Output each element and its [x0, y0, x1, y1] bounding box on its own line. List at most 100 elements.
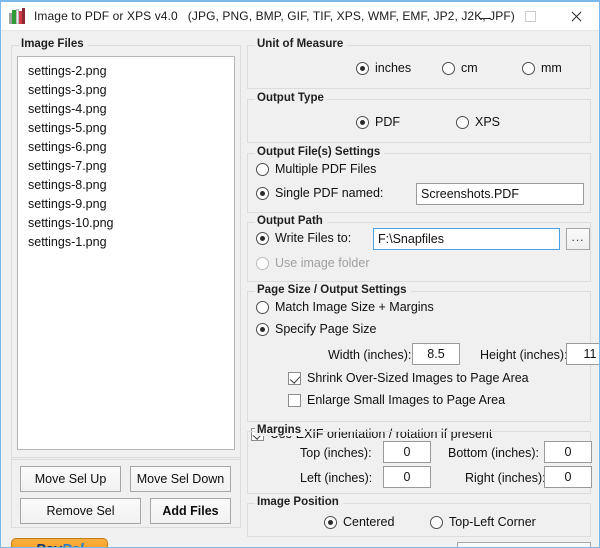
margin-right-label: Right (inches):	[465, 471, 546, 485]
margins-group: Margins Top (inches): 0 Bottom (inches):…	[247, 424, 592, 494]
radio-match-image-size-label: Match Image Size + Margins	[275, 300, 434, 314]
radio-icon	[356, 115, 369, 129]
output-files-legend: Output File(s) Settings	[255, 146, 385, 158]
margin-right-input[interactable]: 0	[544, 466, 592, 488]
list-item[interactable]: settings-5.png	[18, 118, 234, 137]
image-files-list[interactable]: settings-2.png settings-3.png settings-4.p…	[17, 56, 235, 450]
checkbox-enlarge-small-label: Enlarge Small Images to Page Area	[307, 393, 506, 407]
margin-bottom-label: Bottom (inches):	[448, 446, 540, 460]
radio-icon	[256, 186, 269, 200]
radio-use-image-folder-label: Use image folder	[275, 256, 370, 270]
unit-of-measure-group: Unit of Measure inches cm mm	[247, 38, 591, 89]
move-sel-up-button[interactable]: Move Sel Up	[20, 466, 121, 492]
margin-left-label: Left (inches):	[300, 471, 373, 485]
image-position-group: Image Position Centered Top-Left Corner	[247, 496, 591, 537]
list-item[interactable]: settings-2.png	[18, 61, 234, 80]
radio-unit-inches[interactable]: inches	[356, 61, 411, 75]
window-body: Image Files settings-2.png settings-3.png…	[1, 31, 599, 548]
output-type-group: Output Type PDF XPS	[247, 92, 591, 143]
list-item[interactable]: settings-3.png	[18, 80, 234, 99]
radio-specify-page-size-label: Specify Page Size	[275, 322, 377, 336]
radio-icon	[356, 61, 369, 75]
radio-multiple-pdf-label: Multiple PDF Files	[275, 162, 377, 176]
radio-unit-mm-label: mm	[541, 61, 562, 75]
margin-top-input[interactable]: 0	[383, 441, 431, 463]
checkbox-shrink-oversized-label: Shrink Over-Sized Images to Page Area	[307, 371, 529, 385]
close-button[interactable]	[553, 2, 599, 31]
paypal-logo: PayPal	[35, 542, 83, 548]
page-width-input[interactable]: 8.5	[412, 343, 460, 365]
checkbox-icon	[288, 393, 301, 407]
title-bar: Image to PDF or XPS v4.0 (JPG, PNG, BMP,…	[1, 2, 599, 31]
image-files-group: Image Files settings-2.png settings-3.png…	[11, 38, 241, 460]
radio-icon	[522, 61, 535, 75]
radio-match-image-size[interactable]: Match Image Size + Margins	[256, 300, 434, 314]
radio-output-pdf-label: PDF	[375, 115, 400, 129]
margin-left-input[interactable]: 0	[383, 466, 431, 488]
radio-use-image-folder[interactable]: Use image folder	[256, 256, 370, 270]
radio-unit-inches-label: inches	[375, 61, 412, 75]
page-width-label: Width (inches):	[328, 348, 412, 362]
radio-icon	[256, 162, 269, 176]
output-files-group: Output File(s) Settings Multiple PDF Fil…	[247, 146, 591, 213]
page-size-group: Page Size / Output Settings Match Image …	[247, 284, 599, 422]
output-filename-input[interactable]: Screenshots.PDF	[416, 183, 584, 205]
image-files-legend: Image Files	[19, 38, 88, 50]
list-item[interactable]: settings-6.png	[18, 137, 234, 156]
radio-position-centered[interactable]: Centered	[324, 515, 394, 529]
radio-multiple-pdf[interactable]: Multiple PDF Files	[256, 162, 376, 176]
radio-single-pdf[interactable]: Single PDF named:	[256, 186, 383, 200]
paypal-brand-b: Pal	[62, 541, 84, 548]
paypal-brand-a: Pay	[35, 541, 61, 548]
checkbox-enlarge-small[interactable]: Enlarge Small Images to Page Area	[288, 393, 505, 407]
radio-write-files-to-label: Write Files to:	[275, 231, 352, 245]
app-icon	[8, 7, 26, 25]
radio-unit-cm-label: cm	[461, 61, 478, 75]
list-item[interactable]: settings-1.png	[18, 232, 234, 251]
unit-of-measure-legend: Unit of Measure	[255, 38, 348, 50]
list-item[interactable]: settings-7.png	[18, 156, 234, 175]
browse-folder-button[interactable]: ...	[566, 228, 590, 250]
list-item[interactable]: settings-10.png	[18, 213, 234, 232]
list-item[interactable]: settings-4.png	[18, 99, 234, 118]
maximize-button[interactable]	[507, 2, 553, 31]
margin-top-label: Top (inches):	[300, 446, 372, 460]
output-path-input[interactable]: F:\Snapfiles	[373, 228, 560, 250]
radio-position-top-left-label: Top-Left Corner	[449, 515, 536, 529]
radio-icon	[324, 515, 337, 529]
list-item[interactable]: settings-9.png	[18, 194, 234, 213]
radio-position-centered-label: Centered	[343, 515, 395, 529]
radio-specify-page-size[interactable]: Specify Page Size	[256, 322, 376, 336]
radio-unit-cm[interactable]: cm	[442, 61, 478, 75]
radio-icon	[430, 515, 443, 529]
checkbox-shrink-oversized[interactable]: Shrink Over-Sized Images to Page Area	[288, 371, 529, 385]
save-output-button[interactable]: Save Output	[457, 542, 591, 547]
app-window: Image to PDF or XPS v4.0 (JPG, PNG, BMP,…	[0, 0, 600, 548]
radio-position-top-left[interactable]: Top-Left Corner	[430, 515, 536, 529]
window-title: Image to PDF or XPS v4.0	[34, 9, 178, 23]
output-path-group: Output Path Write Files to: F:\Snapfiles…	[247, 215, 591, 282]
radio-unit-mm[interactable]: mm	[522, 61, 562, 75]
radio-icon	[256, 256, 269, 270]
output-type-legend: Output Type	[255, 92, 328, 104]
image-position-legend: Image Position	[255, 496, 343, 508]
close-icon	[570, 11, 582, 23]
page-height-input[interactable]: 11	[566, 343, 599, 365]
add-files-button[interactable]: Add Files	[150, 498, 231, 524]
radio-output-xps[interactable]: XPS	[456, 115, 500, 129]
page-height-label: Height (inches):	[480, 348, 568, 362]
radio-output-pdf[interactable]: PDF	[356, 115, 400, 129]
radio-write-files-to[interactable]: Write Files to:	[256, 231, 351, 245]
paypal-donate-button[interactable]: PayPal Donate	[11, 538, 108, 548]
minimize-button[interactable]	[461, 2, 507, 31]
minimize-icon	[478, 18, 490, 19]
margins-legend: Margins	[255, 424, 306, 436]
radio-output-xps-label: XPS	[475, 115, 501, 129]
list-item[interactable]: settings-8.png	[18, 175, 234, 194]
remove-sel-button[interactable]: Remove Sel	[20, 498, 141, 524]
output-path-legend: Output Path	[255, 215, 327, 227]
radio-icon	[256, 300, 269, 314]
radio-single-pdf-label: Single PDF named:	[275, 186, 384, 200]
margin-bottom-input[interactable]: 0	[544, 441, 592, 463]
move-sel-down-button[interactable]: Move Sel Down	[130, 466, 231, 492]
